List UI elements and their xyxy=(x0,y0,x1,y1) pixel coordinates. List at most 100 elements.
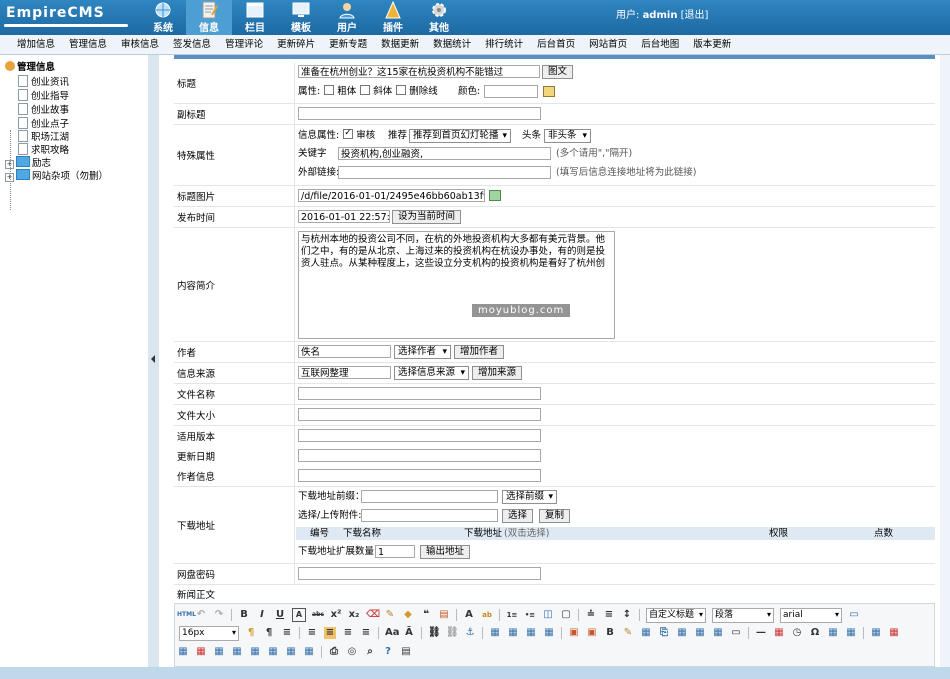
audit-checkbox[interactable] xyxy=(343,127,354,140)
recommend-select[interactable]: 推荐到首页幻灯轮播 xyxy=(409,129,511,143)
add-source-button[interactable]: 增加来源 xyxy=(472,366,523,380)
dl-attach-input[interactable] xyxy=(361,509,498,522)
multi-image-icon[interactable]: ▣ xyxy=(586,627,598,639)
author-info-input[interactable] xyxy=(298,469,541,482)
title-pic-button[interactable]: 图文 xyxy=(542,65,574,79)
align-justify-icon[interactable]: ≡ xyxy=(360,627,372,639)
subtitle-input[interactable] xyxy=(298,107,541,120)
sidebar-splitter[interactable] xyxy=(148,55,159,667)
insert-image-icon[interactable]: ▣ xyxy=(568,627,580,639)
table-split-icon[interactable]: ▦ xyxy=(249,646,261,658)
map-icon[interactable]: ▦ xyxy=(676,627,688,639)
empirecms-logo[interactable]: EmpireCMS xyxy=(4,2,132,30)
nav-tab-system[interactable]: 系统 xyxy=(140,0,186,35)
nav-tab-column[interactable]: 栏目 xyxy=(232,0,278,35)
expand-plus-icon[interactable]: + xyxy=(5,173,14,182)
search-replace-icon[interactable]: ⌕ xyxy=(364,646,376,658)
tree-group[interactable]: + 励志 xyxy=(5,156,51,169)
ordered-list-icon[interactable]: 1≡ xyxy=(506,609,518,621)
nav-tab-user[interactable]: 用户 xyxy=(324,0,370,35)
format-brush-icon[interactable]: ✎ xyxy=(384,609,396,621)
tree-item[interactable]: 创业资讯 xyxy=(18,75,69,88)
keywords-input[interactable]: 投资机构,创业融资, xyxy=(338,147,551,160)
special-chars-icon[interactable]: Ω xyxy=(809,627,821,639)
bold-checkbox[interactable] xyxy=(324,85,335,95)
help-icon[interactable]: ? xyxy=(382,646,394,658)
superscript-icon[interactable]: x² xyxy=(330,609,342,621)
anchor-icon[interactable]: ⚓ xyxy=(464,627,476,639)
image-float-none-icon[interactable]: ▦ xyxy=(489,627,501,639)
tree-root[interactable]: 管理信息 xyxy=(5,61,55,74)
subnav-sign-info[interactable]: 签发信息 xyxy=(165,35,217,54)
fullscreen-icon[interactable]: ▭ xyxy=(848,609,860,621)
line-height-icon[interactable]: ↕ xyxy=(621,609,633,621)
logout-link[interactable]: [退出] xyxy=(681,10,709,21)
gmap-icon[interactable]: ▦ xyxy=(694,627,706,639)
insert-table-icon[interactable]: ▦ xyxy=(870,627,882,639)
font-family-select[interactable]: arial xyxy=(780,607,842,623)
subnav-update-topic[interactable]: 更新专题 xyxy=(321,35,373,54)
bold-icon[interactable]: B xyxy=(238,609,250,621)
touppercase-icon[interactable]: Aa xyxy=(385,627,400,639)
subnav-manage-comment[interactable]: 管理评论 xyxy=(217,35,269,54)
image-right-icon[interactable]: ▦ xyxy=(525,627,537,639)
font-size-select[interactable]: 16px xyxy=(179,625,239,641)
collapse-arrow-icon[interactable] xyxy=(151,355,155,363)
titlepic-input[interactable]: /d/file/2016-01-01/2495e46bb60ab13f9e3fd xyxy=(298,189,485,202)
tree-item[interactable]: 职场江湖 xyxy=(18,130,69,143)
select-image-icon[interactable] xyxy=(489,190,501,201)
subscript-icon[interactable]: x₂ xyxy=(348,609,360,621)
outlink-input[interactable] xyxy=(338,166,551,179)
underline-icon[interactable]: U xyxy=(274,609,286,621)
table-delete-row-icon[interactable]: ▦ xyxy=(195,646,207,658)
date-icon[interactable]: ▦ xyxy=(773,627,785,639)
attachment-icon[interactable]: ⎘ xyxy=(658,627,670,639)
color-input[interactable] xyxy=(484,85,538,98)
dl-prefix-input[interactable] xyxy=(361,490,498,503)
nav-tab-template[interactable]: 模板 xyxy=(278,0,324,35)
update-date-input[interactable] xyxy=(298,449,541,462)
pwd-input[interactable] xyxy=(298,567,541,580)
subnav-data-update[interactable]: 数据更新 xyxy=(373,35,425,54)
subnav-site-home[interactable]: 网站首页 xyxy=(581,35,633,54)
color-picker-icon[interactable] xyxy=(543,86,555,97)
undo-icon[interactable]: ↶ xyxy=(195,609,207,621)
tree-group[interactable]: + 网站杂项（勿删） xyxy=(5,169,108,182)
headline-select[interactable]: 非头条 xyxy=(544,129,591,143)
insert-video-icon[interactable]: ▦ xyxy=(640,627,652,639)
code-icon[interactable]: ▭ xyxy=(730,627,742,639)
italic-icon[interactable]: I xyxy=(256,609,268,621)
summary-textarea[interactable]: 与杭州本地的投资公司不同，在杭的外地投资机构大多都有美元背景。他们之中，有的是从… xyxy=(298,231,615,339)
dl-output-button[interactable]: 输出地址 xyxy=(420,545,471,559)
align-left-icon[interactable]: ≡ xyxy=(306,627,318,639)
dl-copy-button[interactable]: 复制 xyxy=(539,509,571,523)
add-author-button[interactable]: 增加作者 xyxy=(454,345,505,359)
subnav-rank-stats[interactable]: 排行统计 xyxy=(477,35,529,54)
preview-icon[interactable]: ◎ xyxy=(346,646,358,658)
set-now-button[interactable]: 设为当前时间 xyxy=(392,210,462,224)
font-border-icon[interactable]: A xyxy=(292,608,306,622)
source-input[interactable]: 互联网整理 xyxy=(298,366,391,379)
subnav-version-update[interactable]: 版本更新 xyxy=(685,35,737,54)
dl-choose-button[interactable]: 选择 xyxy=(502,509,534,523)
paste-plain-icon[interactable]: ▤ xyxy=(438,609,450,621)
table-split-cols-icon[interactable]: ▦ xyxy=(285,646,297,658)
strikethrough-icon[interactable]: abc xyxy=(312,609,324,621)
author-select[interactable]: 选择作者 xyxy=(394,345,451,359)
align-center-icon[interactable]: ≡ xyxy=(324,627,336,639)
filesize-input[interactable] xyxy=(298,408,541,421)
time-icon[interactable]: ◷ xyxy=(791,627,803,639)
scrawl-icon[interactable]: ✎ xyxy=(622,627,634,639)
autotypeset-icon[interactable]: ◆ xyxy=(402,609,414,621)
drafts-icon[interactable]: ▤ xyxy=(400,646,412,658)
table-merge-icon[interactable]: ▦ xyxy=(231,646,243,658)
subnav-admin-map[interactable]: 后台地图 xyxy=(633,35,685,54)
wordimage-icon[interactable]: ▦ xyxy=(845,627,857,639)
subnav-data-stats[interactable]: 数据统计 xyxy=(425,35,477,54)
dl-ext-input[interactable]: 1 xyxy=(375,545,415,558)
unordered-list-icon[interactable]: •≡ xyxy=(524,609,536,621)
clear-doc-icon[interactable]: ▢ xyxy=(560,609,572,621)
align-right-icon[interactable]: ≡ xyxy=(342,627,354,639)
title-input[interactable]: 准备在杭州创业？这15家在杭投资机构不能错过 xyxy=(298,65,540,78)
tree-item[interactable]: 创业点子 xyxy=(18,117,69,130)
